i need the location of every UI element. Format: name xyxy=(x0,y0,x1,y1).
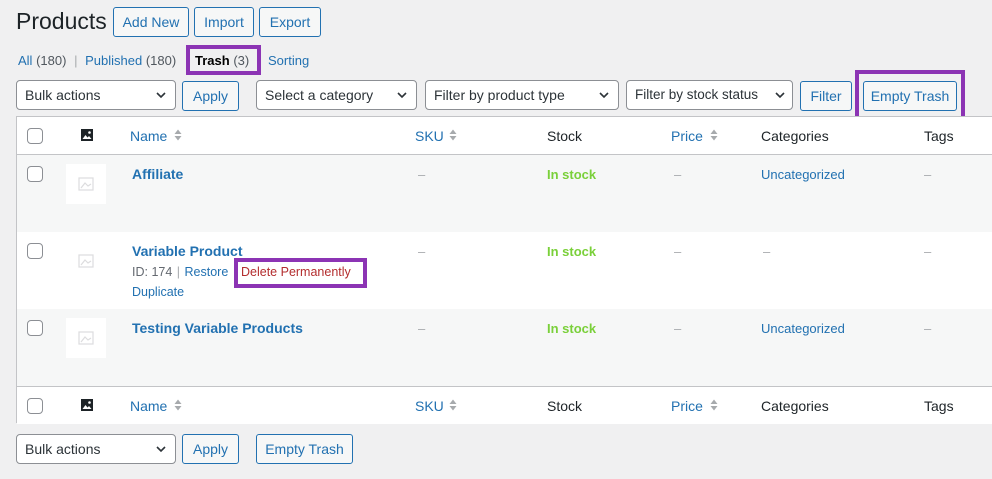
bulk-actions-select[interactable]: Bulk actions xyxy=(16,80,176,110)
view-published-link[interactable]: Published xyxy=(85,53,142,68)
duplicate-link[interactable]: Duplicate xyxy=(132,285,184,299)
select-all-checkbox[interactable] xyxy=(27,128,43,144)
image-placeholder-icon xyxy=(78,331,94,345)
stock-status: In stock xyxy=(547,167,597,182)
product-id: ID: 174 xyxy=(132,265,173,279)
category-value: Select a category xyxy=(265,87,374,103)
delete-permanently-highlight xyxy=(234,258,367,288)
column-price[interactable]: Price xyxy=(671,128,703,144)
column-sku[interactable]: SKU xyxy=(415,128,444,144)
chevron-down-icon xyxy=(397,92,407,99)
column-tags: Tags xyxy=(924,128,954,144)
table-row: Variable Product ID: 174 | Restore Delet… xyxy=(17,232,992,309)
column-stock: Stock xyxy=(547,398,583,414)
product-name-link[interactable]: Variable Product xyxy=(132,243,242,259)
bulk-actions-value: Bulk actions xyxy=(25,87,101,103)
column-categories: Categories xyxy=(761,128,829,144)
export-button[interactable]: Export xyxy=(259,7,321,37)
image-placeholder-icon xyxy=(78,177,94,191)
column-categories: Categories xyxy=(761,398,829,414)
row-actions: ID: 174 | Restore xyxy=(132,265,228,279)
table-footer: Name SKU Stock Price Categories Tags xyxy=(17,386,992,424)
filter-button[interactable]: Filter xyxy=(800,81,852,111)
tags-value: – xyxy=(924,167,932,182)
row-checkbox[interactable] xyxy=(27,166,43,182)
select-all-checkbox[interactable] xyxy=(27,398,43,414)
products-table: Name SKU Stock Price Categories Tags Aff… xyxy=(16,116,992,424)
stock-status: In stock xyxy=(547,244,597,259)
chevron-down-icon xyxy=(156,446,166,453)
sort-icon[interactable] xyxy=(449,398,457,412)
price-value: – xyxy=(674,167,682,182)
stock-status: In stock xyxy=(547,321,597,336)
apply-button-bottom[interactable]: Apply xyxy=(182,434,239,464)
view-sorting-link[interactable]: Sorting xyxy=(268,53,309,68)
product-name-link[interactable]: Testing Variable Products xyxy=(132,320,303,336)
sort-icon[interactable] xyxy=(710,398,718,412)
empty-trash-button-bottom[interactable]: Empty Trash xyxy=(256,434,353,464)
category-link[interactable]: Uncategorized xyxy=(761,321,845,336)
trash-highlight xyxy=(186,45,261,75)
price-value: – xyxy=(674,321,682,336)
column-price[interactable]: Price xyxy=(671,398,703,414)
tags-value: – xyxy=(924,321,932,336)
stock-status-select[interactable]: Filter by stock status xyxy=(626,80,793,110)
product-type-value: Filter by product type xyxy=(434,87,565,103)
restore-link[interactable]: Restore xyxy=(185,265,229,279)
row-action-separator: | xyxy=(176,265,181,279)
column-name[interactable]: Name xyxy=(130,128,167,144)
sku-value: – xyxy=(418,244,426,259)
sku-value: – xyxy=(418,167,426,182)
category-link[interactable]: Uncategorized xyxy=(761,167,845,182)
product-thumbnail[interactable] xyxy=(66,241,106,281)
view-filters: All (180) | Published (180) xyxy=(18,53,176,68)
row-checkbox[interactable] xyxy=(27,320,43,336)
table-row: Testing Variable Products – In stock – U… xyxy=(17,309,992,386)
view-all-count: (180) xyxy=(36,53,67,68)
view-published-count: (180) xyxy=(145,53,177,68)
sort-icon[interactable] xyxy=(710,128,718,142)
sort-icon[interactable] xyxy=(449,128,457,142)
price-value: – xyxy=(674,244,682,259)
chevron-down-icon xyxy=(775,92,785,99)
table-row: Affiliate – In stock – Uncategorized – xyxy=(17,155,992,232)
product-thumbnail[interactable] xyxy=(66,164,106,204)
column-stock: Stock xyxy=(547,128,583,144)
category-value: – xyxy=(763,244,771,259)
sku-value: – xyxy=(418,321,426,336)
table-header: Name SKU Stock Price Categories Tags xyxy=(17,117,992,155)
tags-value: – xyxy=(924,244,932,259)
category-select[interactable]: Select a category xyxy=(256,80,417,110)
image-icon xyxy=(81,399,93,411)
view-separator: | xyxy=(74,53,78,68)
sort-icon[interactable] xyxy=(174,128,182,142)
import-button[interactable]: Import xyxy=(194,7,254,37)
stock-status-value: Filter by stock status xyxy=(635,87,759,102)
column-tags: Tags xyxy=(924,398,954,414)
row-checkbox[interactable] xyxy=(27,243,43,259)
chevron-down-icon xyxy=(156,92,166,99)
product-type-select[interactable]: Filter by product type xyxy=(425,80,619,110)
product-name-link[interactable]: Affiliate xyxy=(132,166,183,182)
column-name[interactable]: Name xyxy=(130,398,167,414)
column-sku[interactable]: SKU xyxy=(415,398,444,414)
image-icon xyxy=(81,129,93,141)
apply-button[interactable]: Apply xyxy=(182,81,239,111)
empty-trash-highlight xyxy=(855,70,965,121)
product-thumbnail[interactable] xyxy=(66,318,106,358)
image-placeholder-icon xyxy=(78,254,94,268)
add-new-button[interactable]: Add New xyxy=(113,7,189,37)
bulk-actions-value: Bulk actions xyxy=(25,441,101,457)
chevron-down-icon xyxy=(599,92,609,99)
page-title: Products xyxy=(16,8,107,34)
view-all-link[interactable]: All xyxy=(18,53,32,68)
bulk-actions-select-bottom[interactable]: Bulk actions xyxy=(16,434,176,464)
sort-icon[interactable] xyxy=(174,398,182,412)
